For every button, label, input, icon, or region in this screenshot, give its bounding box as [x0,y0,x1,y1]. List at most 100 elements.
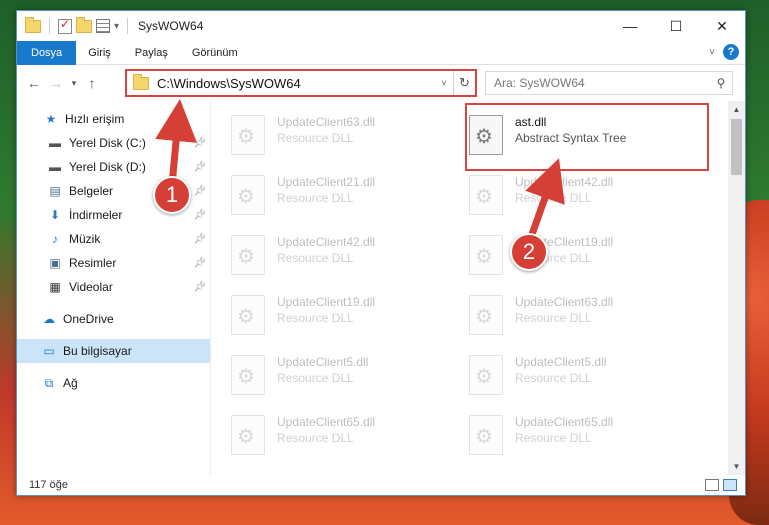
pictures-icon: ▣ [49,256,61,270]
sidebar-item-label: Yerel Disk (C:) [69,136,146,150]
address-dropdown-chevron-icon[interactable]: ˅ [435,78,453,88]
dll-file-icon [469,235,503,275]
pin-icon[interactable]: 📌︎ [193,210,206,221]
search-box[interactable]: Ara: SysWOW64 ⚲ [485,71,733,95]
back-arrow-icon[interactable]: ← [23,72,45,94]
folder-icon [133,73,149,90]
ribbon-tabs: Dosya Giriş Paylaş Görünüm ˅ ? [17,40,745,65]
network-icon: ⧉ [44,375,54,390]
sidebar-item-pictures[interactable]: ▣ Resimler 📌︎ [17,251,210,275]
scroll-up-arrow-icon[interactable]: ▲ [728,101,745,118]
tab-file[interactable]: Dosya [17,40,77,65]
drive-icon: ▬ [49,136,61,150]
sidebar-item-label: Hızlı erişim [65,112,125,126]
scroll-down-arrow-icon[interactable]: ▼ [728,458,745,475]
ribbon-right-controls: ˅ ? [709,44,739,60]
file-item[interactable]: UpdateClient65.dll Resource DLL [231,407,467,467]
properties-check-icon[interactable] [58,17,72,34]
address-bar[interactable]: C:\Windows\SysWOW64 ˅ ↻ [125,69,477,97]
drive-icon: ▬ [49,160,61,174]
divider [49,18,50,34]
customize-toolbar-chevron-icon[interactable]: ▾ [114,21,119,32]
folder-icon [25,16,41,33]
minimize-button[interactable]: — [607,11,653,41]
search-input[interactable]: Ara: SysWOW64 [494,76,710,90]
file-list: UpdateClient63.dll Resource DLL ast.dll Ab… [211,101,745,475]
file-description: Resource DLL [277,431,354,445]
file-item[interactable]: UpdateClient5.dll Resource DLL [469,347,705,407]
sidebar-item-label: Yerel Disk (D:) [69,160,146,174]
sidebar-item-quick-access[interactable]: ★ Hızlı erişim [17,107,210,131]
downloads-icon: ⬇ [49,208,61,222]
refresh-icon[interactable]: ↻ [453,71,475,95]
sidebar-item-label: İndirmeler [69,208,123,222]
sidebar-item-local-disk-d[interactable]: ▬ Yerel Disk (D:) 📌︎ [17,155,210,179]
details-view-icon[interactable] [705,479,719,491]
file-description: Resource DLL [277,191,354,205]
sidebar-item-videos[interactable]: ▦ Videolar 📌︎ [17,275,210,299]
dll-file-icon [231,415,265,455]
file-name: UpdateClient21.dll [277,175,376,189]
file-item[interactable]: UpdateClient42.dll Resource DLL [469,167,705,227]
maximize-button[interactable]: ☐ [653,11,699,41]
tab-view[interactable]: Görünüm [180,41,250,65]
dll-file-icon [231,235,265,275]
sidebar-item-onedrive[interactable]: ☁ OneDrive [17,307,210,331]
file-item[interactable]: UpdateClient21.dll Resource DLL [231,167,467,227]
file-item[interactable]: UpdateClient19.dllResource DLL [469,227,705,287]
file-item[interactable]: UpdateClient42.dll Resource DLL [231,227,467,287]
scrollbar-thumb[interactable] [731,119,742,175]
address-path[interactable]: C:\Windows\SysWOW64 [157,76,435,91]
tab-home[interactable]: Giriş [76,41,123,65]
file-item[interactable]: UpdateClient65.dll Resource DLL [469,407,705,467]
file-item[interactable]: UpdateClient63.dll Resource DLL [469,287,705,347]
file-name: UpdateClient63.dll [515,295,614,309]
sidebar-item-label: Müzik [69,232,101,246]
pin-icon[interactable]: 📌︎ [193,162,206,173]
status-bar: 117 öğe [17,475,745,495]
file-description: Resource DLL [277,371,354,385]
pin-icon[interactable]: 📌︎ [193,258,206,269]
quick-access-toolbar: ▾ [17,16,132,34]
tab-share[interactable]: Paylaş [123,41,180,65]
cloud-icon: ☁ [43,312,55,326]
file-item[interactable]: UpdateClient19.dllResource DLL [231,287,467,347]
new-folder-icon[interactable] [76,16,92,33]
pin-icon[interactable]: 📌︎ [193,186,206,197]
documents-icon: ▤ [49,184,61,198]
expand-ribbon-chevron-icon[interactable]: ˅ [709,47,715,58]
pin-icon[interactable]: 📌︎ [193,282,206,293]
step-badge-1: 1 [153,176,191,214]
view-toggle [705,479,737,491]
file-description: Resource DLL [515,371,592,385]
pin-icon[interactable]: 📌︎ [193,138,206,149]
search-icon[interactable]: ⚲ [710,76,732,90]
sidebar-item-label: Ağ [63,376,78,390]
sidebar-item-music[interactable]: ♪ Müzik 📌︎ [17,227,210,251]
help-icon[interactable]: ? [723,44,739,60]
file-name: ast.dll [515,115,547,129]
file-item-ast-dll[interactable]: ast.dll Abstract Syntax Tree [465,103,709,171]
star-icon: ★ [45,112,57,126]
up-arrow-icon[interactable]: ↑ [81,72,103,94]
properties-icon[interactable] [96,19,110,33]
file-item[interactable]: UpdateClient63.dll Resource DLL [231,107,467,167]
item-count: 117 öğe [29,479,68,491]
vertical-scrollbar[interactable]: ▲ ▼ [728,101,745,475]
file-name: UpdateClient42.dll [515,175,614,189]
sidebar-item-this-pc[interactable]: ▭ Bu bilgisayar [17,339,210,363]
sidebar-item-network[interactable]: ⧉ Ağ [17,371,210,395]
forward-arrow-icon[interactable]: → [45,72,67,94]
close-button[interactable]: ✕ [699,11,745,41]
pin-icon[interactable]: 📌︎ [193,234,206,245]
recent-locations-chevron-icon[interactable]: ▾ [67,72,81,94]
sidebar-item-label: Belgeler [69,184,114,198]
sidebar-item-label: Bu bilgisayar [63,344,132,358]
tiles-view-icon[interactable] [723,479,737,491]
music-icon: ♪ [52,232,58,246]
file-item[interactable]: UpdateClient5.dll Resource DLL [231,347,467,407]
dll-file-icon [469,415,503,455]
dll-file-icon [469,175,503,215]
sidebar-item-local-disk-c[interactable]: ▬ Yerel Disk (C:) 📌︎ [17,131,210,155]
file-name: UpdateClient65.dll [515,415,614,429]
